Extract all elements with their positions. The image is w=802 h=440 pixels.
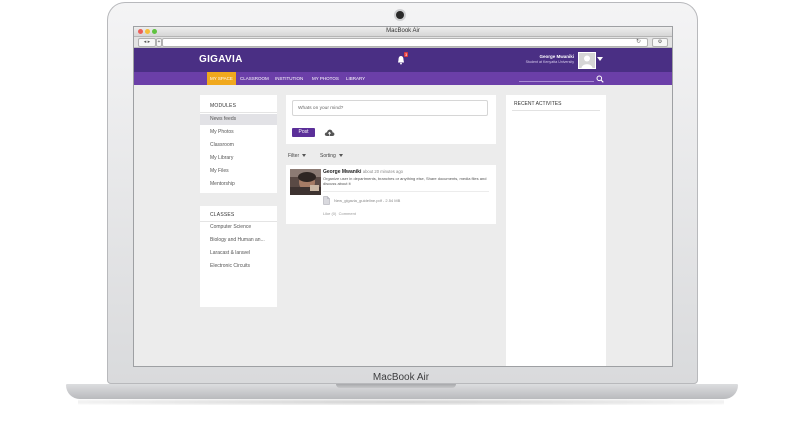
- classes-panel: CLASSES Computer Science Biology and Hum…: [200, 206, 277, 307]
- document-icon: [323, 196, 330, 205]
- search-icon[interactable]: [596, 75, 604, 83]
- laptop-notch: [336, 384, 456, 388]
- module-my-library[interactable]: My Library: [200, 153, 277, 164]
- nav-institution[interactable]: INSTITUTION: [272, 72, 306, 85]
- back-forward-button[interactable]: ◂ ▸: [138, 38, 156, 47]
- recent-activities-heading: RECENT ACTIVITES: [514, 101, 562, 107]
- attached-file-link[interactable]: New_gigavia_guideline.pdf - 2.54 MB: [334, 198, 400, 203]
- sorting-dropdown[interactable]: Sorting: [320, 153, 343, 159]
- nav-my-space[interactable]: MY SPACE: [207, 72, 236, 85]
- feed-post: George Mwaniki about 20 minutes ago Orga…: [286, 165, 496, 224]
- post-text: Organize user in departments, branches o…: [323, 176, 487, 186]
- like-link[interactable]: Like (0): [323, 211, 336, 216]
- logo[interactable]: GIGAVIA: [199, 54, 243, 65]
- author-photo[interactable]: [290, 169, 321, 195]
- address-bar[interactable]: ↻: [162, 38, 648, 47]
- divider: [512, 110, 600, 111]
- filter-label: Filter: [288, 153, 300, 159]
- post-actions: Like (0) Comment: [323, 211, 356, 216]
- class-computer-science[interactable]: Computer Science: [200, 222, 277, 233]
- webcam-icon: [396, 11, 404, 19]
- modules-heading: MODULES: [210, 103, 237, 109]
- user-subtitle: Student at Kenyatta University: [525, 60, 574, 64]
- browser-title-bar: MacBook Air: [134, 27, 672, 37]
- recent-activities-panel: RECENT ACTIVITES: [506, 95, 606, 366]
- class-biology[interactable]: Biology and Human an...: [200, 235, 277, 246]
- module-my-files[interactable]: My Files: [200, 166, 277, 177]
- notification-badge: 3: [404, 52, 409, 57]
- post-author[interactable]: George Mwaniki about 20 minutes ago: [323, 169, 403, 175]
- module-classroom[interactable]: Classroom: [200, 140, 277, 151]
- screen: MacBook Air ◂ ▸ + ↻ ⚙ GIGAVIA 3 George M…: [133, 26, 673, 367]
- module-news-feeds[interactable]: News feeds: [200, 114, 277, 125]
- filter-dropdown[interactable]: Filter: [288, 153, 307, 159]
- nav-library[interactable]: LIBRARY: [343, 72, 368, 85]
- app-header: GIGAVIA 3 George Mwaniki Student at Keny…: [134, 48, 672, 72]
- device-brand-label: MacBook Air: [372, 372, 430, 383]
- module-mentorship[interactable]: Mentorship: [200, 179, 277, 190]
- divider: [323, 191, 489, 192]
- search-input[interactable]: [519, 81, 594, 82]
- divider: [200, 112, 277, 113]
- nav-my-photos[interactable]: MY PHOTOS: [309, 72, 342, 85]
- sorting-label: Sorting: [320, 153, 336, 159]
- browser-toolbar: ◂ ▸ + ↻ ⚙: [134, 37, 672, 48]
- class-electronic-circuits[interactable]: Electronic Circuits: [200, 261, 277, 272]
- window-title: MacBook Air: [386, 28, 420, 34]
- user-name: George Mwaniki: [539, 54, 574, 59]
- nav-classroom[interactable]: CLASSROOM: [237, 72, 272, 85]
- classes-heading: CLASSES: [210, 212, 235, 218]
- chevron-down-icon[interactable]: [597, 57, 603, 61]
- chevron-down-icon: [338, 154, 343, 158]
- post-input[interactable]: Whats on your mind?: [292, 100, 488, 116]
- laptop-shadow: [78, 399, 724, 405]
- post-time: about 20 minutes ago: [362, 169, 404, 174]
- comment-link[interactable]: Comment: [339, 211, 356, 216]
- avatar[interactable]: [578, 52, 596, 69]
- reload-icon[interactable]: ↻: [636, 39, 641, 46]
- post-composer: Whats on your mind? Post: [286, 95, 496, 144]
- settings-icon[interactable]: ⚙: [652, 38, 668, 47]
- upload-cloud-icon[interactable]: [324, 128, 335, 137]
- post-author-name: George Mwaniki: [323, 169, 362, 175]
- modules-panel: MODULES News feeds My Photos Classroom M…: [200, 95, 277, 193]
- module-my-photos[interactable]: My Photos: [200, 127, 277, 138]
- class-laracast[interactable]: Laracast & laravel: [200, 248, 277, 259]
- chevron-down-icon: [302, 154, 307, 158]
- post-button[interactable]: Post: [292, 128, 315, 137]
- nav-bar: MY SPACE CLASSROOM INSTITUTION MY PHOTOS…: [134, 72, 672, 85]
